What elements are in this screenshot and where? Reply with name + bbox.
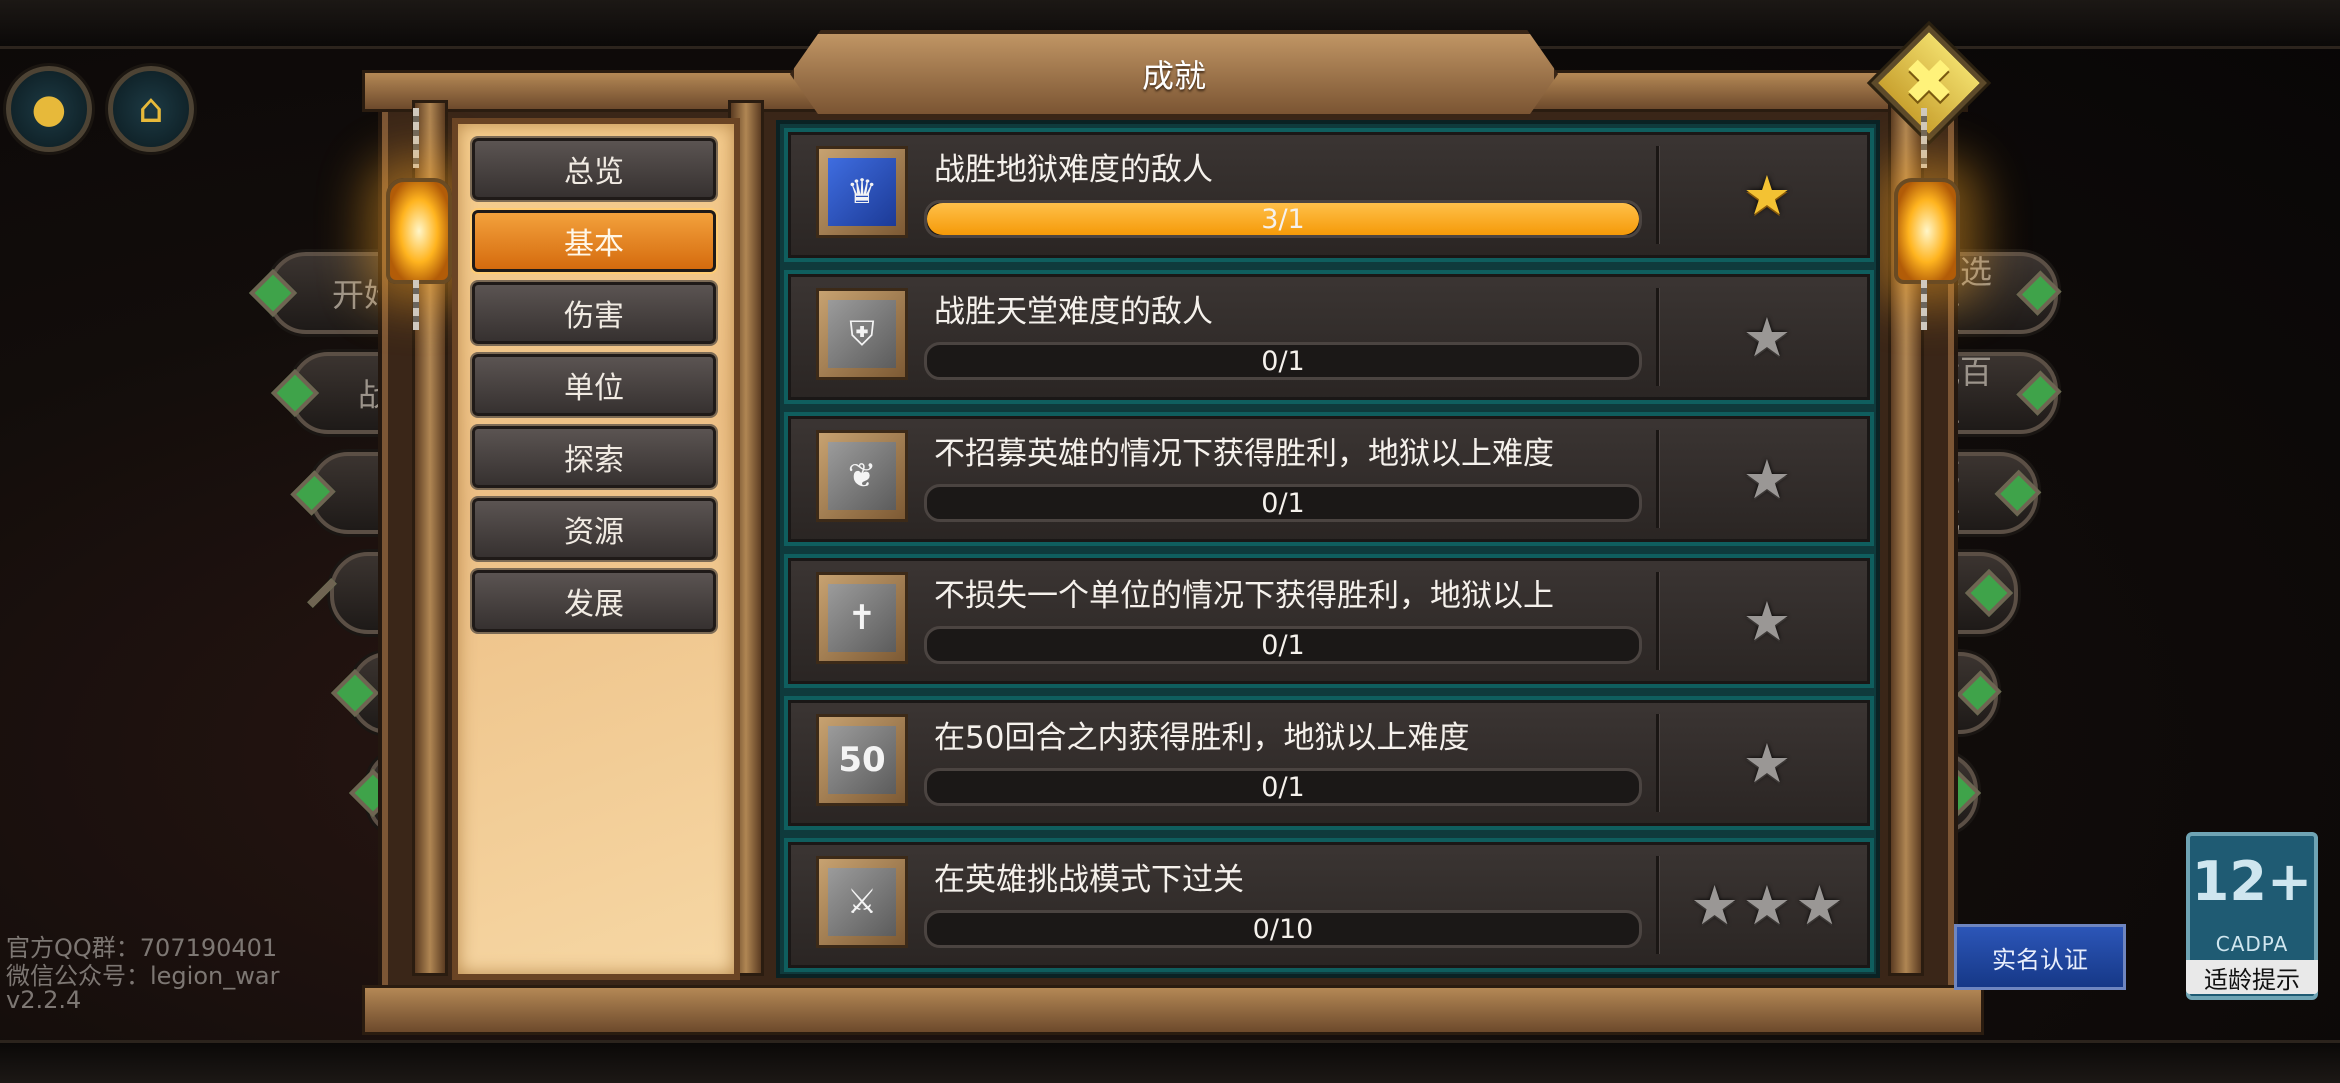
tab-units[interactable]: 单位	[472, 354, 716, 416]
tab-label: 基本	[564, 227, 624, 262]
category-sidebar: 总览 基本 伤害 单位 探索 资源 发展	[452, 118, 740, 980]
progress-bar: 0/1	[924, 768, 1642, 806]
chain	[1921, 108, 1927, 168]
gem-icon	[1964, 568, 2014, 618]
title-banner: 成就	[790, 30, 1558, 118]
achievement-title: 不损失一个单位的情况下获得胜利，地狱以上	[934, 578, 1554, 614]
page-title: 成就	[1141, 57, 1206, 95]
shop-icon: ⌂	[138, 86, 164, 132]
progress-bar: 0/1	[924, 626, 1642, 664]
progress-text: 0/1	[1261, 345, 1305, 377]
real-name-button[interactable]: 实名认证	[1954, 924, 2126, 990]
star-rating: ★	[1664, 700, 1870, 826]
progress-bar: 3/1	[924, 200, 1642, 238]
real-name-label: 实名认证	[1992, 945, 2088, 974]
helmet-icon: ⛨	[828, 300, 896, 368]
progress-text: 0/1	[1261, 771, 1305, 803]
close-icon[interactable]: ✖	[1888, 40, 1970, 122]
bottom-border	[0, 1040, 2340, 1083]
star-icon: ★	[1742, 731, 1792, 795]
tab-damage[interactable]: 伤害	[472, 282, 716, 344]
shop-button[interactable]: ⌂	[108, 66, 194, 152]
age-rating-label[interactable]: 适龄提示	[2186, 960, 2318, 994]
star-rating: ★ ★ ★	[1664, 842, 1870, 968]
star-icon: ★	[1742, 589, 1792, 653]
star-rating: ★	[1664, 416, 1870, 542]
progress-bar: 0/1	[924, 342, 1642, 380]
achievement-list[interactable]: ♛ 战胜地狱难度的敌人 3/1 ★ ⛨ 战胜天堂难度的敌人 0/1 ★ ❦ 不招…	[776, 120, 1880, 978]
lantern-icon	[386, 178, 452, 284]
star-icon: ★	[1742, 305, 1792, 369]
divider	[1656, 572, 1659, 670]
fifty-icon: 50	[828, 726, 896, 794]
achievement-icon-frame: ♛	[816, 146, 908, 238]
divider	[1656, 714, 1659, 812]
achievement-row[interactable]: 50 在50回合之内获得胜利，地狱以上难度 0/1 ★	[784, 696, 1874, 830]
progress-text: 0/1	[1261, 629, 1305, 661]
tab-overview[interactable]: 总览	[472, 138, 716, 200]
achievement-title: 战胜天堂难度的敌人	[934, 294, 1213, 330]
tombstone-icon: ✝	[828, 584, 896, 652]
achievement-title: 在50回合之内获得胜利，地狱以上难度	[934, 720, 1470, 756]
age-rating: 12+	[2191, 850, 2313, 913]
divider	[1656, 288, 1659, 386]
achievement-title: 战胜地狱难度的敌人	[934, 152, 1213, 188]
achievement-row[interactable]: ⛨ 战胜天堂难度的敌人 0/1 ★	[784, 270, 1874, 404]
wing-icon: ❦	[828, 442, 896, 510]
chain	[413, 108, 419, 168]
achievement-row[interactable]: ♛ 战胜地狱难度的敌人 3/1 ★	[784, 128, 1874, 262]
tab-label: 伤害	[564, 299, 624, 334]
tab-label: 单位	[564, 371, 624, 406]
achievement-title: 不招募英雄的情况下获得胜利，地狱以上难度	[934, 436, 1554, 472]
crown-icon: ♛	[828, 158, 896, 226]
chain	[413, 280, 419, 330]
star-icon: ★	[1742, 873, 1792, 937]
achievement-row[interactable]: ❦ 不招募英雄的情况下获得胜利，地狱以上难度 0/1 ★	[784, 412, 1874, 546]
divider	[1656, 856, 1659, 954]
tab-development[interactable]: 发展	[472, 570, 716, 632]
progress-bar: 0/1	[924, 484, 1642, 522]
chain	[1921, 280, 1927, 330]
achievement-icon-frame: ✝	[816, 572, 908, 664]
achievement-title: 在英雄挑战模式下过关	[934, 862, 1244, 898]
divider	[1656, 146, 1659, 244]
tab-label: 总览	[564, 155, 624, 190]
tab-basic[interactable]: 基本	[472, 210, 716, 272]
achievement-icon-frame: 50	[816, 714, 908, 806]
gem-icon	[1994, 469, 2042, 517]
star-icon: ★	[1795, 873, 1844, 937]
star-rating: ★	[1664, 132, 1870, 258]
tab-resources[interactable]: 资源	[472, 498, 716, 560]
age-rating-org: CADPA	[2215, 932, 2289, 956]
tab-explore[interactable]: 探索	[472, 426, 716, 488]
achievement-row[interactable]: ⚔ 在英雄挑战模式下过关 0/10 ★ ★ ★	[784, 838, 1874, 972]
star-rating: ★	[1664, 558, 1870, 684]
achievement-icon-frame: ⛨	[816, 288, 908, 380]
heroes-icon: ⚔	[828, 868, 896, 936]
progress-text: 0/10	[1252, 913, 1314, 945]
tab-label: 探索	[564, 443, 624, 478]
version-text: v2.2.4	[6, 986, 82, 1014]
achievement-icon-frame: ❦	[816, 430, 908, 522]
star-icon: ★	[1742, 447, 1792, 511]
progress-text: 0/1	[1261, 487, 1305, 519]
achievement-row[interactable]: ✝ 不损失一个单位的情况下获得胜利，地狱以上 0/1 ★	[784, 554, 1874, 688]
progress-text: 3/1	[1261, 203, 1305, 235]
gem-icon	[1956, 670, 2002, 716]
tab-label: 资源	[564, 515, 624, 550]
achievement-icon-frame: ⚔	[816, 856, 908, 948]
gem-icon	[2016, 370, 2062, 416]
star-icon: ★	[1742, 163, 1792, 227]
lantern-icon	[1894, 178, 1960, 284]
divider	[1656, 430, 1659, 528]
star-rating: ★	[1664, 274, 1870, 400]
age-label-text: 适龄提示	[2204, 965, 2300, 994]
profile-button[interactable]: ●	[6, 66, 92, 152]
gem-icon	[2016, 270, 2062, 316]
progress-bar: 0/10	[924, 910, 1642, 948]
person-icon: ●	[31, 86, 67, 132]
tab-label: 发展	[564, 587, 624, 622]
panel-bottom-beam	[362, 985, 1984, 1035]
star-icon: ★	[1690, 873, 1739, 937]
